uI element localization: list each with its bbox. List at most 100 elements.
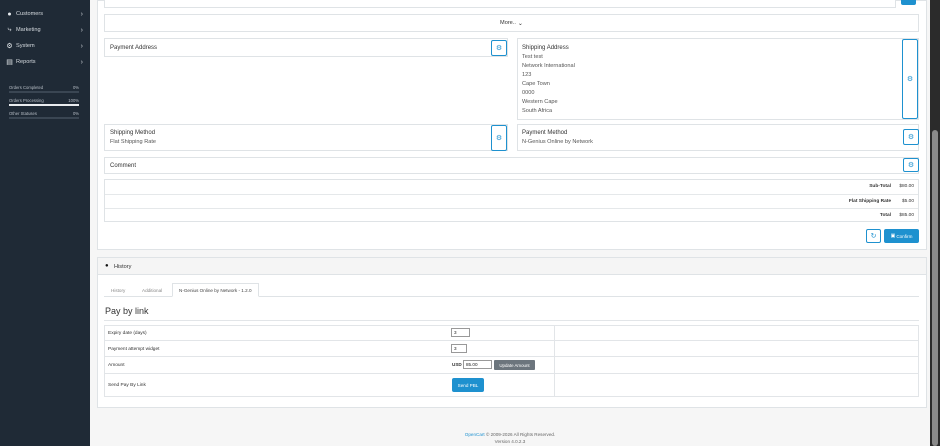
address-line: 0000: [522, 90, 535, 96]
scrollbar[interactable]: [930, 0, 940, 446]
shipping-address-edit-button[interactable]: ⚙: [902, 39, 918, 119]
top-input-row: [104, 0, 896, 8]
shipping-address-panel: Shipping Address Test test Network Inter…: [517, 38, 919, 120]
tab-history[interactable]: History: [105, 283, 131, 297]
stat-orders-completed: Orders Completed 0%: [9, 85, 79, 97]
comment-icon: ●: [105, 263, 109, 269]
gear-icon: ⚙: [907, 162, 915, 169]
address-line: Western Cape: [522, 99, 558, 105]
chart-icon: ▤: [6, 59, 13, 66]
sidebar-item-customers[interactable]: ● Customers ›: [0, 6, 90, 22]
total-label: Sub-Total: [869, 184, 891, 189]
tab-ngenius[interactable]: N-Genius Online by Network - 1.2.0: [172, 283, 259, 297]
send-label: Send Pay By Link: [108, 383, 146, 388]
gear-icon: ⚙: [907, 134, 915, 141]
chevron-down-icon: ⌄: [517, 20, 523, 27]
sidebar-item-label: System: [16, 43, 35, 49]
tab-label: N-Genius Online by Network - 1.2.0: [179, 287, 252, 293]
user-icon: ●: [7, 10, 12, 18]
tab-label: History: [111, 287, 126, 293]
save-icon: ▣: [890, 233, 896, 239]
footer-copyright: OpenCart © 2009-2026 All Rights Reserved…: [90, 432, 930, 437]
form-row-send: Send Pay By Link Send PBL: [105, 374, 919, 397]
totals-row: Sub-Total $80.00: [105, 180, 918, 194]
sidebar-item-label: Customers: [16, 11, 44, 17]
address-line: South Africa: [522, 108, 553, 114]
total-value: $85.00: [899, 213, 914, 218]
update-amount-button[interactable]: Update Amount: [494, 360, 535, 370]
gear-icon: ⚙: [906, 76, 914, 83]
scrollbar-thumb[interactable]: [932, 130, 938, 446]
gear-icon: ⚙: [495, 45, 503, 52]
footer-version: Version 4.0.2.3: [494, 439, 526, 444]
currency-label: USD: [452, 362, 462, 367]
payment-method-panel: Payment Method N-Genius Online by Networ…: [517, 124, 919, 151]
shipping-method-panel: Shipping Method Flat Shipping Rate: [104, 124, 508, 151]
tab-additional[interactable]: Additional: [136, 283, 168, 297]
totals-row: Total $85.00: [105, 208, 918, 222]
column-divider: [554, 374, 555, 397]
payment-method-value: N-Genius Online by Network: [522, 139, 593, 145]
expiry-days-input[interactable]: 3: [451, 328, 470, 337]
payment-method-edit-button[interactable]: ⚙: [903, 129, 919, 145]
totals-row: Flat Shipping Rate $5.00: [105, 194, 918, 208]
attempt-label: Payment attempt widget: [108, 347, 160, 352]
chevron-right-icon: ›: [80, 42, 83, 50]
opencart-link[interactable]: OpenCart: [465, 432, 485, 437]
comment-panel: Comment: [104, 157, 919, 174]
column-divider: [554, 341, 555, 356]
payment-attempt-input[interactable]: 3: [451, 344, 467, 353]
shipping-method-value: Flat Shipping Rate: [110, 139, 157, 145]
history-title: History: [114, 264, 132, 270]
share-icon: ⤷: [7, 26, 12, 33]
gear-icon: ⚙: [495, 135, 503, 142]
stat-label: Orders Processing: [9, 98, 44, 103]
form-row-attempt: Payment attempt widget 3: [105, 341, 919, 357]
stat-progress-track: [9, 91, 79, 93]
refresh-icon: ↻: [870, 233, 877, 240]
stat-value: 0%: [72, 85, 79, 90]
column-divider: [554, 325, 555, 340]
sidebar: ● Customers › ⤷ Marketing › ⚙ System › ▤…: [0, 0, 90, 446]
address-line: Cape Town: [522, 81, 550, 87]
stat-label: Orders Completed: [9, 85, 44, 90]
copyright-text: © 2009-2026 All Rights Reserved.: [484, 432, 556, 437]
top-action-button[interactable]: [901, 0, 916, 5]
address-line: Network International: [522, 63, 575, 69]
expiry-label: Expiry date (days): [108, 331, 147, 336]
form-row-expiry: Expiry date (days) 3: [105, 325, 919, 341]
confirm-label: Confirm: [896, 233, 913, 239]
address-line: Test test: [522, 54, 543, 60]
heading-divider: [104, 320, 919, 321]
stat-label: Other Statuses: [9, 111, 37, 116]
sidebar-item-label: Marketing: [16, 27, 41, 33]
stat-progress-track: [9, 117, 79, 119]
send-pbl-button[interactable]: Send PBL: [452, 378, 484, 392]
total-value: $80.00: [899, 184, 914, 189]
shipping-address-title: Shipping Address: [522, 45, 569, 51]
payment-address-title: Payment Address: [110, 45, 158, 51]
history-header: ● History: [97, 257, 927, 275]
payment-address-panel: Payment Address: [104, 38, 508, 57]
sidebar-item-marketing[interactable]: ⤷ Marketing ›: [0, 22, 90, 38]
confirm-button[interactable]: ▣ Confirm: [884, 229, 919, 243]
more-toggle[interactable]: More.. ⌄: [104, 14, 919, 32]
amount-input[interactable]: 85.00: [463, 360, 492, 369]
chevron-right-icon: ›: [80, 26, 83, 34]
payment-address-edit-button[interactable]: ⚙: [491, 40, 507, 56]
tab-label: Additional: [142, 287, 163, 293]
refresh-button[interactable]: ↻: [866, 229, 881, 243]
sidebar-item-reports[interactable]: ▤ Reports ›: [0, 54, 90, 70]
total-value: $5.00: [901, 199, 914, 204]
comment-title: Comment: [110, 163, 137, 169]
sidebar-item-system[interactable]: ⚙ System ›: [0, 38, 90, 54]
stat-orders-processing: Orders Processing 100%: [9, 98, 79, 110]
comment-edit-button[interactable]: ⚙: [903, 158, 919, 172]
stat-progress-fill: [9, 104, 79, 106]
total-label: Total: [879, 213, 891, 218]
shipping-method-edit-button[interactable]: ⚙: [491, 125, 507, 151]
form-row-amount: Amount USD 85.00 Update Amount: [105, 357, 919, 374]
column-divider: [554, 357, 555, 373]
chevron-right-icon: ›: [80, 10, 83, 18]
totals-table: Sub-Total $80.00 Flat Shipping Rate $5.0…: [104, 179, 919, 222]
